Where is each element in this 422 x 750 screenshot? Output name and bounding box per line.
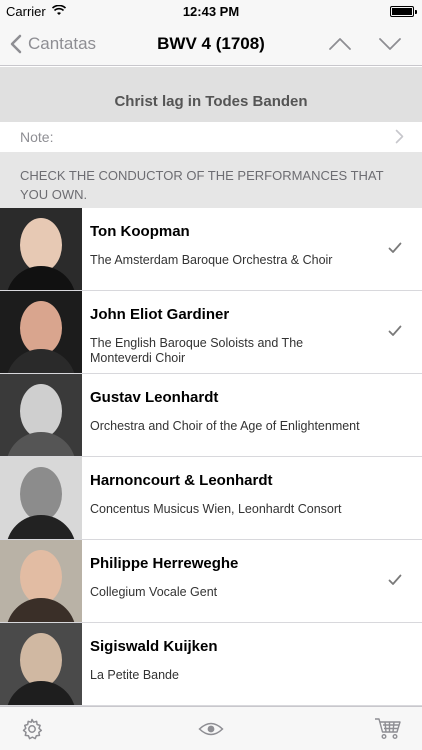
performance-list: Ton Koopman The Amsterdam Baroque Orches… — [0, 208, 422, 706]
ensemble-name: La Petite Bande — [90, 668, 179, 682]
gear-icon — [22, 718, 43, 740]
performance-row[interactable]: Philippe Herreweghe Collegium Vocale Gen… — [0, 540, 422, 623]
conductor-photo — [0, 457, 82, 539]
ensemble-name: The Amsterdam Baroque Orchestra & Choir — [90, 253, 333, 267]
conductor-photo — [0, 623, 82, 705]
conductor-name: Ton Koopman — [90, 223, 190, 240]
settings-button[interactable] — [18, 717, 46, 741]
bottom-toolbar — [0, 706, 422, 750]
chevron-up-icon — [329, 38, 351, 50]
conductor-photo — [0, 374, 82, 456]
back-button[interactable]: Cantatas — [10, 30, 96, 58]
back-button-label: Cantatas — [28, 34, 97, 53]
next-button[interactable] — [375, 32, 405, 56]
note-label: Note: — [20, 129, 54, 145]
status-bar: Carrier 12:43 PM — [0, 0, 422, 22]
performance-row[interactable]: John Eliot Gardiner The English Baroque … — [0, 291, 422, 374]
conductor-name: John Eliot Gardiner — [90, 306, 230, 323]
previous-button[interactable] — [325, 32, 355, 56]
chevron-left-icon — [10, 34, 22, 54]
note-row[interactable]: Note: — [0, 122, 422, 152]
status-time: 12:43 PM — [182, 4, 240, 19]
eye-icon — [198, 722, 224, 736]
cantata-header: Christ lag in Todes Banden — [0, 67, 422, 122]
checkmark-icon — [388, 242, 402, 253]
ensemble-name: Orchestra and Choir of the Age of Enligh… — [90, 419, 360, 433]
conductor-name: Harnoncourt & Leonhardt — [90, 472, 273, 489]
battery-icon — [390, 6, 417, 17]
cart-icon — [375, 718, 401, 740]
conductor-name: Gustav Leonhardt — [90, 389, 219, 406]
ensemble-name: Collegium Vocale Gent — [90, 585, 218, 599]
performance-row[interactable]: Sigiswald Kuijken La Petite Bande — [0, 623, 422, 706]
checkmark-icon — [388, 325, 402, 336]
chevron-down-icon — [379, 38, 401, 50]
performance-row[interactable]: Ton Koopman The Amsterdam Baroque Orches… — [0, 208, 422, 291]
cantata-title: Christ lag in Todes Banden — [114, 93, 308, 110]
performance-row[interactable]: Harnoncourt & Leonhardt Concentus Musicu… — [0, 457, 422, 540]
ensemble-name: The English Baroque Soloists and The Mon… — [90, 336, 304, 365]
chevron-right-icon — [395, 129, 404, 144]
conductor-photo — [0, 291, 82, 373]
conductor-photo — [0, 208, 82, 290]
navigation-bar: Cantatas BWV 4 (1708) — [0, 22, 422, 66]
conductor-name: Philippe Herreweghe — [90, 555, 239, 572]
section-header: CHECK THE CONDUCTOR OF THE PERFORMANCES … — [0, 152, 422, 208]
cart-button[interactable] — [374, 717, 402, 741]
view-button[interactable] — [197, 717, 225, 741]
checkmark-icon — [388, 574, 402, 585]
conductor-name: Sigiswald Kuijken — [90, 638, 218, 655]
section-header-text: CHECK THE CONDUCTOR OF THE PERFORMANCES … — [20, 168, 384, 202]
performance-row[interactable]: Gustav Leonhardt Orchestra and Choir of … — [0, 374, 422, 457]
conductor-photo — [0, 540, 82, 622]
ensemble-name: Concentus Musicus Wien, Leonhardt Consor… — [90, 502, 342, 516]
